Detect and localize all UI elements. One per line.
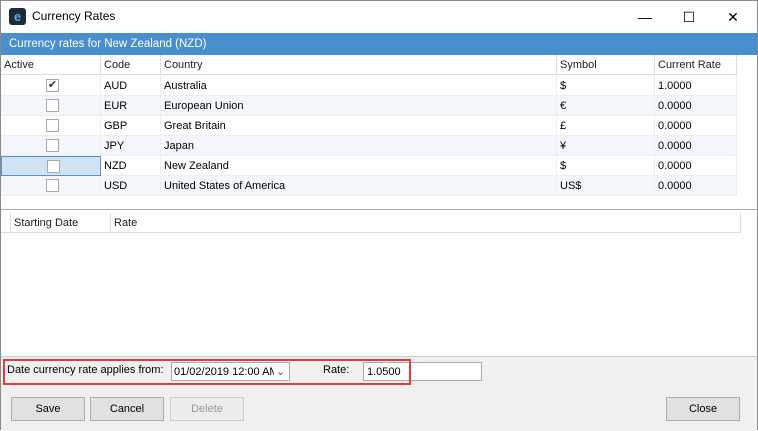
symbol-cell: € (557, 96, 655, 116)
app-icon: e (9, 8, 26, 25)
symbol-cell: £ (557, 116, 655, 136)
symbol-cell: US$ (557, 176, 655, 196)
country-cell: New Zealand (161, 156, 557, 176)
column-header-code[interactable]: Code (101, 55, 161, 75)
active-cell[interactable] (1, 176, 101, 196)
code-cell: NZD (101, 156, 161, 176)
maximize-button[interactable]: ☐ (669, 5, 709, 29)
table-row[interactable]: USD United States of America US$ 0.0000 (1, 176, 737, 196)
country-cell: Great Britain (161, 116, 557, 136)
table-row[interactable]: JPY Japan ¥0.0000 (1, 136, 737, 156)
close-window-button[interactable]: ✕ (713, 5, 753, 29)
code-cell: JPY (101, 136, 161, 156)
code-cell: EUR (101, 96, 161, 116)
active-cell[interactable] (1, 136, 101, 156)
country-cell: Japan (161, 136, 557, 156)
active-cell[interactable] (1, 116, 101, 136)
delete-button: Delete (170, 397, 244, 421)
active-cell[interactable] (1, 156, 101, 176)
country-cell: Australia (161, 76, 557, 96)
code-cell: USD (101, 176, 161, 196)
rate-cell: 0.0000 (655, 156, 737, 176)
active-checkbox[interactable] (46, 179, 59, 192)
cancel-button[interactable]: Cancel (90, 397, 164, 421)
column-header-active[interactable]: Active (1, 55, 101, 75)
symbol-cell: $ (557, 156, 655, 176)
column-header-country[interactable]: Country (161, 55, 557, 75)
table-row[interactable]: GBP Great Britain £0.0000 (1, 116, 737, 136)
active-checkbox[interactable] (46, 139, 59, 152)
symbol-cell: $ (557, 76, 655, 96)
column-header-starting-date[interactable]: Starting Date (11, 213, 111, 233)
table-row[interactable]: NZD New Zealand $0.0000 (1, 156, 737, 176)
rate-cell: 0.0000 (655, 116, 737, 136)
active-checkbox[interactable] (47, 160, 60, 173)
table-row[interactable]: ✔ AUD Australia $1.0000 (1, 76, 737, 96)
title-bar: e Currency Rates — ☐ ✕ (1, 1, 757, 33)
active-checkbox[interactable]: ✔ (46, 79, 59, 92)
close-button[interactable]: Close (666, 397, 740, 421)
country-cell: United States of America (161, 176, 557, 196)
active-checkbox[interactable] (46, 119, 59, 132)
active-cell[interactable]: ✔ (1, 76, 101, 96)
column-header-symbol[interactable]: Symbol (557, 55, 655, 75)
rate-cell: 1.0000 (655, 76, 737, 96)
country-cell: European Union (161, 96, 557, 116)
active-checkbox[interactable] (46, 99, 59, 112)
currency-grid: Active Code Country Symbol Current Rate … (1, 55, 757, 210)
window-title: Currency Rates (32, 9, 116, 23)
symbol-cell: ¥ (557, 136, 655, 156)
row-indicator-header (1, 213, 11, 233)
rate-cell: 0.0000 (655, 176, 737, 196)
code-cell: AUD (101, 76, 161, 96)
column-header-current-rate[interactable]: Current Rate (655, 55, 737, 75)
column-header-rate[interactable]: Rate (111, 213, 741, 233)
table-row[interactable]: EUR European Union €0.0000 (1, 96, 737, 116)
rate-history-grid: Starting Date Rate (1, 211, 757, 356)
highlight-box (3, 359, 411, 385)
rate-cell: 0.0000 (655, 96, 737, 116)
section-header: Currency rates for New Zealand (NZD) (1, 33, 757, 55)
save-button[interactable]: Save (11, 397, 85, 421)
rate-cell: 0.0000 (655, 136, 737, 156)
minimize-button[interactable]: — (625, 5, 665, 29)
code-cell: GBP (101, 116, 161, 136)
active-cell[interactable] (1, 96, 101, 116)
